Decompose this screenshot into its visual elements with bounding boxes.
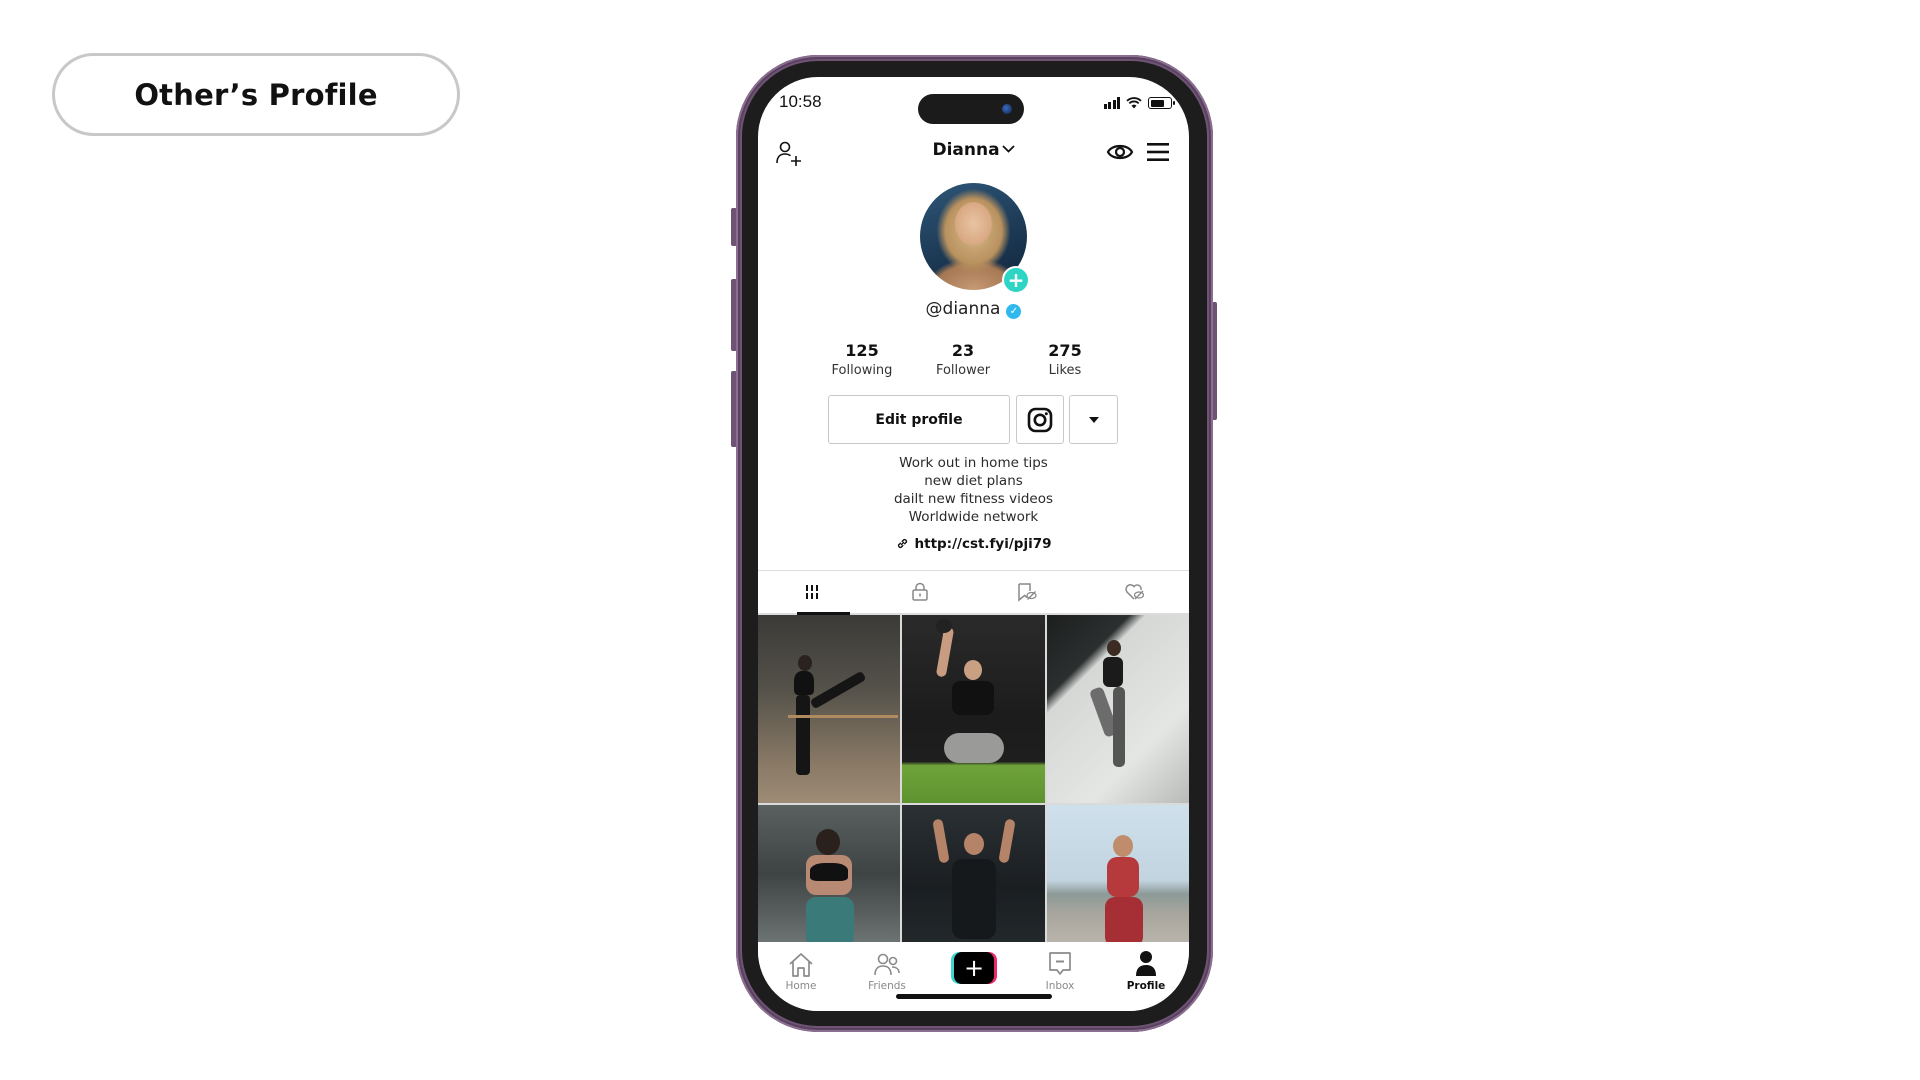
more-options-button[interactable] [1069, 395, 1118, 444]
status-time: 10:58 [779, 92, 822, 111]
instagram-icon [1027, 407, 1053, 432]
battery-icon [1148, 97, 1175, 109]
nav-label: Profile [1126, 980, 1166, 992]
page-label-text: Other’s Profile [134, 77, 378, 112]
nav-friends[interactable]: Friends [852, 948, 922, 992]
eye-icon[interactable] [1106, 140, 1134, 164]
status-icons [1103, 97, 1175, 109]
video-thumbnail[interactable] [902, 805, 1045, 942]
nav-label: Home [785, 980, 817, 992]
nav-label: Inbox [1045, 980, 1075, 992]
stat-follower[interactable]: 23 Follower [918, 341, 1008, 378]
inbox-icon [1049, 952, 1071, 975]
username-title: Dianna [932, 140, 1000, 160]
chevron-down-icon [1001, 145, 1015, 153]
wifi-icon [1126, 97, 1142, 109]
video-thumbnail[interactable] [758, 615, 900, 803]
tab-liked[interactable] [1081, 571, 1189, 613]
video-thumbnail[interactable] [1047, 615, 1189, 803]
lock-icon [911, 582, 928, 601]
edit-profile-button[interactable]: Edit profile [828, 395, 1010, 444]
bookmark-hidden-icon [1018, 583, 1038, 602]
stat-value: 125 [845, 341, 879, 360]
home-indicator[interactable] [896, 994, 1052, 999]
create-button[interactable]: + [951, 952, 997, 984]
profile-bio: Work out in home tips new diet plans dai… [758, 454, 1189, 526]
profile-link[interactable]: http://cst.fyi/pji79 [758, 536, 1189, 552]
tab-private[interactable] [866, 571, 974, 613]
stat-label: Likes [1048, 363, 1082, 378]
friends-icon [874, 953, 900, 976]
create-plus-icon: + [954, 952, 994, 984]
nav-inbox[interactable]: Inbox [1025, 948, 1095, 992]
follow-plus-button[interactable]: + [1002, 266, 1030, 294]
link-icon [897, 538, 907, 549]
hamburger-menu-icon[interactable] [1145, 141, 1171, 163]
caret-down-icon [1088, 416, 1099, 423]
video-thumbnail[interactable] [1047, 805, 1189, 942]
grid-icon [805, 585, 818, 599]
stat-value: 23 [951, 341, 975, 360]
signal-icon [1103, 97, 1120, 109]
video-thumbnail[interactable] [758, 805, 900, 942]
nav-label: Friends [868, 980, 906, 992]
nav-home[interactable]: Home [766, 948, 836, 992]
bio-line: new diet plans [924, 473, 1023, 489]
instagram-button[interactable] [1016, 395, 1064, 444]
handle-text: @dianna [925, 299, 1001, 319]
heart-hidden-icon [1125, 584, 1145, 600]
video-grid [758, 615, 1189, 942]
stat-following[interactable]: 125 Following [817, 341, 907, 378]
bottom-nav: Home Friends + Inbox Profile [758, 942, 1189, 1011]
profile-icon [1136, 951, 1156, 976]
page-label: Other’s Profile [52, 53, 460, 136]
profile-top-nav: Dianna [758, 133, 1189, 173]
stat-likes[interactable]: 275 Likes [1020, 341, 1110, 378]
stat-value: 275 [1048, 341, 1082, 360]
tab-videos[interactable] [758, 571, 866, 615]
verified-badge-icon: ✓ [1006, 304, 1022, 319]
plus-icon: + [1007, 268, 1025, 292]
phone-screen: 10:58 Dianna + @dianna ✓ 125 Following 23 F… [758, 77, 1189, 1011]
bio-line: Work out in home tips [899, 455, 1048, 471]
bio-line: Worldwide network [908, 509, 1039, 525]
profile-link-text: http://cst.fyi/pji79 [914, 536, 1052, 552]
video-thumbnail[interactable] [902, 615, 1045, 803]
nav-profile[interactable]: Profile [1111, 948, 1181, 992]
content-tabs [758, 570, 1189, 615]
bio-line: dailt new fitness videos [893, 491, 1054, 507]
camera-icon [1002, 104, 1012, 114]
profile-handle: @dianna ✓ [758, 299, 1189, 319]
stat-label: Follower [935, 363, 991, 378]
stat-label: Following [831, 363, 893, 378]
dynamic-island [918, 94, 1024, 124]
home-icon [789, 953, 813, 977]
tab-saved[interactable] [974, 571, 1082, 613]
